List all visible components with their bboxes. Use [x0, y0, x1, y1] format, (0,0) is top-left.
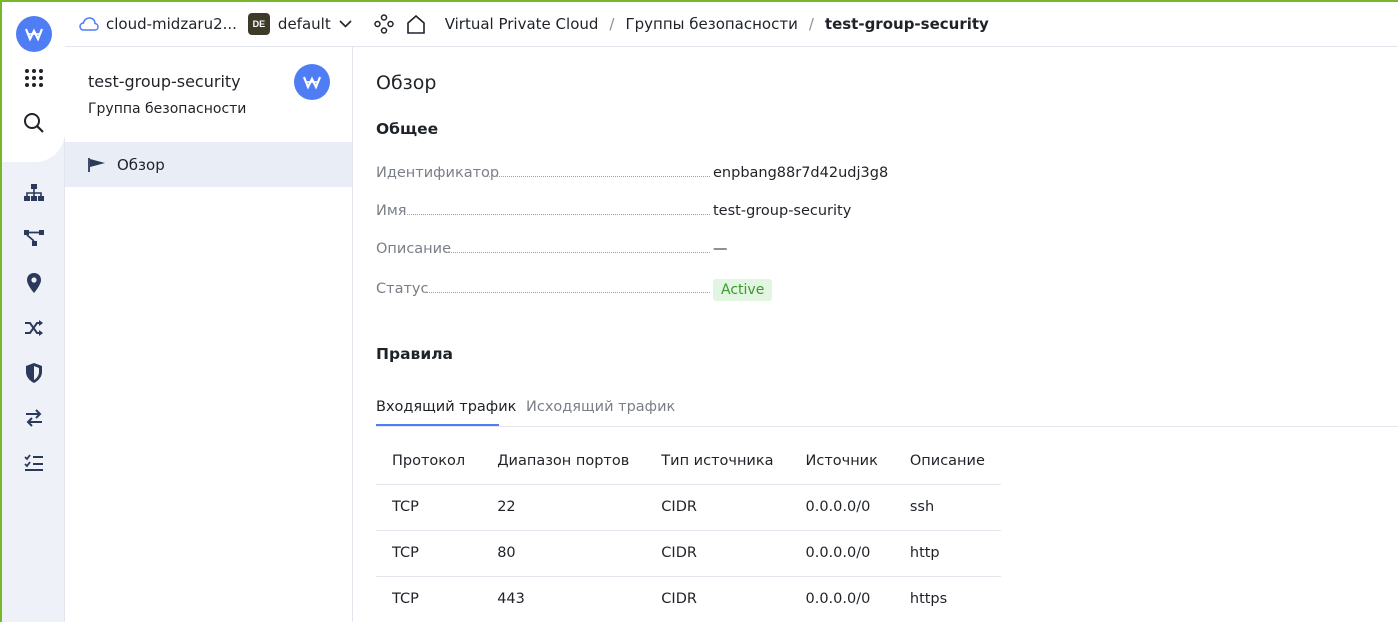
services-icon: [373, 14, 394, 34]
field-value[interactable]: enpbang88r7d42udj3g8: [713, 165, 888, 181]
resource-subtitle: Группа безопасности: [88, 101, 247, 117]
field-name: Имя test-group-security: [376, 199, 876, 219]
network-icon: [23, 184, 44, 201]
dotted-leader: [486, 176, 710, 177]
breadcrumb-separator: /: [609, 15, 615, 33]
resource-avatar: [294, 64, 330, 100]
dotted-leader: [407, 214, 710, 215]
flag-icon: [88, 157, 105, 172]
field-key: Идентификатор: [376, 165, 500, 181]
column-header-description: Описание: [893, 439, 1001, 485]
rail-network-button[interactable]: [2, 173, 65, 213]
rail-security-button[interactable]: [2, 353, 65, 393]
rail-topology-button[interactable]: [2, 218, 65, 258]
cell-description: http: [893, 530, 1001, 577]
cell-port-range: 22: [481, 484, 646, 531]
status-badge: Active: [713, 279, 773, 301]
breadcrumb-security-groups[interactable]: Группы безопасности: [625, 15, 797, 33]
field-key: Описание: [376, 241, 451, 257]
cell-source: 0.0.0.0/0: [789, 576, 894, 622]
cloud-name: cloud-midzaru2...: [106, 15, 237, 33]
tab-egress[interactable]: Исходящий трафик: [526, 399, 675, 415]
cell-protocol: TCP: [376, 530, 482, 577]
field-description: Описание —: [376, 237, 876, 257]
cell-port-range: 80: [481, 530, 646, 577]
transfer-icon: [25, 409, 42, 427]
checklist-icon: [23, 454, 43, 471]
apps-button[interactable]: [2, 58, 65, 98]
column-header-port-range: Диапазон портов: [481, 439, 646, 485]
home-icon: [406, 14, 425, 34]
cell-source-type: CIDR: [645, 530, 790, 577]
rules-table: Протокол Диапазон портов Тип источника И…: [376, 439, 1001, 622]
tab-ingress[interactable]: Входящий трафик: [376, 399, 516, 415]
location-pin-icon: [26, 273, 41, 293]
traffic-tabs: Входящий трафик Исходящий трафик: [376, 387, 1398, 427]
breadcrumb-vpc[interactable]: Virtual Private Cloud: [445, 15, 599, 33]
cell-source-type: CIDR: [645, 576, 790, 622]
column-header-protocol: Протокол: [376, 439, 482, 485]
cell-source: 0.0.0.0/0: [789, 484, 894, 531]
apps-grid-icon: [24, 69, 43, 87]
breadcrumb: Virtual Private Cloud / Группы безопасно…: [445, 15, 989, 33]
field-value: test-group-security: [713, 203, 852, 219]
field-id: Идентификатор enpbang88r7d42udj3g8: [376, 161, 888, 181]
sidebar-item-label: Обзор: [117, 155, 165, 174]
navigation-rail: [2, 2, 65, 622]
folder-badge: DE: [247, 13, 270, 35]
column-header-source: Источник: [789, 439, 894, 485]
rail-checklist-button[interactable]: [2, 443, 65, 483]
cell-description: ssh: [893, 484, 1001, 531]
main-content: Обзор Общее Идентификатор enpbang88r7d42…: [353, 47, 1398, 622]
rail-location-button[interactable]: [2, 263, 65, 303]
search-icon: [23, 113, 44, 133]
table-header-row: Протокол Диапазон портов Тип источника И…: [376, 439, 1001, 485]
dotted-leader: [424, 292, 710, 293]
rules-section-title: Правила: [376, 345, 454, 363]
sidebar-item-overview[interactable]: Обзор: [65, 142, 352, 187]
table-row[interactable]: TCP 80 CIDR 0.0.0.0/0 http: [376, 530, 1001, 577]
resource-sidebar: test-group-security Группа безопасности …: [65, 47, 353, 622]
field-status: Статус Active: [376, 277, 876, 301]
cloud-icon: [79, 17, 99, 31]
top-bar: cloud-midzaru2... DE default Virtual Pri…: [65, 2, 1398, 47]
logo-button[interactable]: [2, 14, 65, 54]
rail-shuffle-button[interactable]: [2, 308, 65, 348]
cell-source: 0.0.0.0/0: [789, 530, 894, 577]
rail-transfer-button[interactable]: [2, 398, 65, 438]
topology-icon: [23, 230, 44, 246]
folder-selector[interactable]: DE default: [247, 13, 352, 35]
home-button[interactable]: [406, 14, 426, 34]
general-section-title: Общее: [376, 120, 439, 138]
field-key: Статус: [376, 281, 429, 297]
folder-name: default: [277, 15, 331, 33]
table-row[interactable]: TCP 443 CIDR 0.0.0.0/0 https: [376, 576, 1001, 622]
search-button[interactable]: [2, 103, 65, 143]
shuffle-icon: [24, 320, 43, 336]
field-key: Имя: [376, 203, 407, 219]
breadcrumb-separator: /: [808, 15, 814, 33]
cell-port-range: 443: [481, 576, 646, 622]
cell-protocol: TCP: [376, 484, 482, 531]
active-tab-indicator: [376, 424, 499, 426]
breadcrumb-current: test-group-security: [824, 15, 989, 33]
cell-source-type: CIDR: [645, 484, 790, 531]
shield-icon: [25, 363, 42, 383]
resource-title: test-group-security: [88, 72, 241, 91]
table-row[interactable]: TCP 22 CIDR 0.0.0.0/0 ssh: [376, 484, 1001, 531]
page-title: Обзор: [376, 72, 437, 94]
cell-protocol: TCP: [376, 576, 482, 622]
field-value: —: [713, 241, 728, 257]
dotted-leader: [445, 252, 710, 253]
chevron-down-icon: [339, 20, 352, 28]
services-button[interactable]: [373, 14, 394, 34]
cloud-selector[interactable]: cloud-midzaru2...: [79, 15, 237, 33]
cell-description: https: [893, 576, 1001, 622]
vpc-logo-icon: [303, 76, 321, 90]
logo-icon: [15, 16, 52, 52]
column-header-source-type: Тип источника: [645, 439, 790, 485]
